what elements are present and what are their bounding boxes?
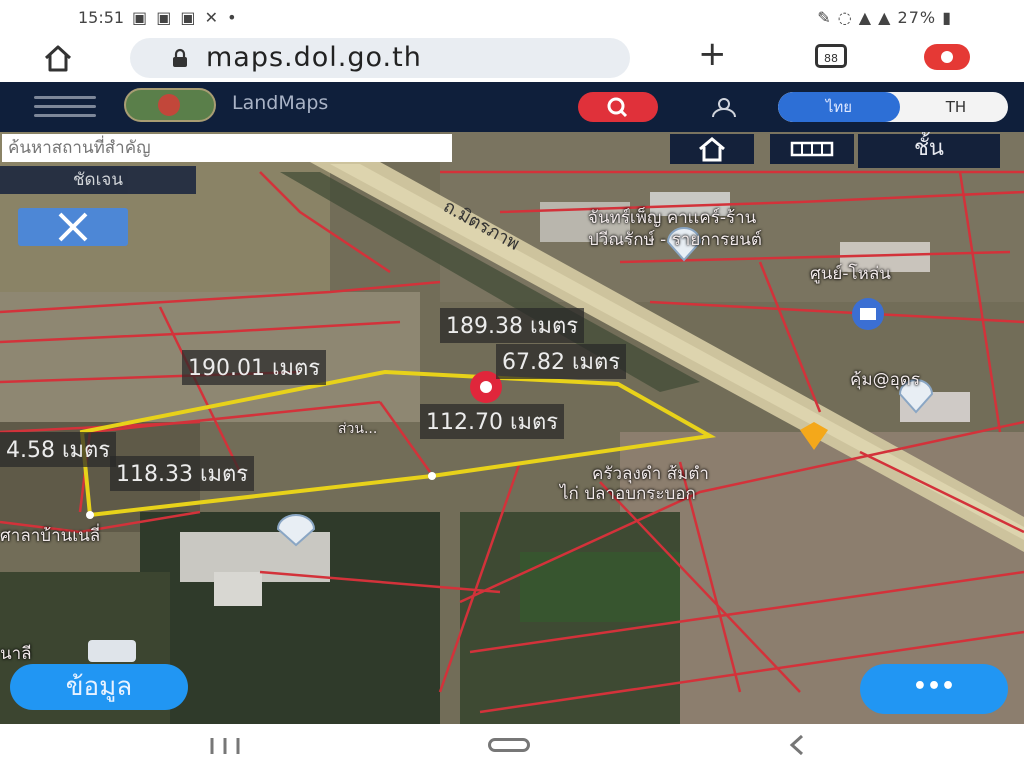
poi-label[interactable]: ศูนย์-โหล่น bbox=[810, 260, 891, 287]
user-icon[interactable] bbox=[704, 96, 744, 118]
language-thai[interactable]: ไทย bbox=[778, 92, 900, 122]
measure-label-5: 4.58 เมตร bbox=[0, 432, 117, 467]
address-bar[interactable]: maps.dol.go.th bbox=[130, 38, 630, 78]
map-view[interactable]: ชัดเจน ชั้น ถ.มิตรภาพ 189.38 เมตร 190.01… bbox=[0, 132, 1024, 724]
close-button[interactable] bbox=[18, 208, 128, 246]
info-button[interactable]: ข้อมูล bbox=[10, 664, 188, 710]
nav-home-icon[interactable] bbox=[488, 738, 530, 752]
measure-label-3: 67.82 เมตร bbox=[496, 344, 627, 379]
logo bbox=[124, 88, 216, 122]
status-time: 15:51 bbox=[78, 8, 125, 27]
lock-icon bbox=[173, 48, 187, 67]
close-icon bbox=[58, 212, 88, 242]
search-button[interactable] bbox=[578, 92, 658, 122]
record-button[interactable] bbox=[924, 44, 970, 70]
poi-label[interactable]: คุ้ม@อุดร bbox=[850, 366, 920, 393]
notification-icons: ▣ ▣ ▣ ✕ • bbox=[132, 8, 239, 27]
poi-label[interactable]: ปวีณรักษ์ - รายการยนต์ bbox=[588, 226, 762, 253]
measure-label-6: 118.33 เมตร bbox=[110, 456, 255, 491]
poi-label[interactable]: ไก่ ปลาอบกระบอก bbox=[560, 480, 696, 507]
measure-label-4: 112.70 เมตร bbox=[420, 404, 565, 439]
search-icon bbox=[607, 97, 628, 118]
tab-switcher-button[interactable]: 88 bbox=[815, 44, 847, 68]
home-icon bbox=[699, 137, 725, 162]
system-nav-bar bbox=[0, 724, 1024, 768]
language-toggle[interactable]: ไทย TH bbox=[778, 92, 1008, 122]
brand-title: LandMaps bbox=[232, 92, 329, 114]
status-bar: 15:51 ▣ ▣ ▣ ✕ • ✎ ◌ ▲ ▲ 27% ▮ bbox=[0, 0, 1024, 34]
measure-label-2: 190.01 เมตร bbox=[182, 350, 327, 385]
browser-toolbar: maps.dol.go.th + 88 bbox=[0, 34, 1024, 82]
poi-label[interactable]: ศาลาบ้านเนลี่ bbox=[0, 522, 100, 549]
more-options-button[interactable]: ••• bbox=[860, 664, 1008, 714]
back-icon[interactable] bbox=[784, 732, 810, 758]
poi-label[interactable]: ส่วน... bbox=[338, 418, 377, 440]
menu-icon[interactable] bbox=[34, 96, 96, 118]
recent-apps-icon[interactable] bbox=[204, 736, 246, 756]
grid-button[interactable] bbox=[770, 134, 854, 164]
search-input[interactable] bbox=[2, 134, 452, 162]
url-text: maps.dol.go.th bbox=[206, 42, 422, 73]
measure-label-1: 189.38 เมตร bbox=[440, 308, 585, 343]
home-icon[interactable] bbox=[40, 40, 76, 76]
layer-button[interactable]: ชั้น bbox=[858, 134, 1000, 168]
language-th[interactable]: TH bbox=[908, 92, 1004, 122]
new-tab-button[interactable]: + bbox=[698, 34, 727, 74]
measure-button[interactable]: ชัดเจน bbox=[0, 166, 196, 194]
grid-icon bbox=[790, 141, 834, 157]
poi-label[interactable]: นาลี bbox=[0, 640, 32, 667]
system-status-icons: ✎ ◌ ▲ ▲ 27% ▮ bbox=[817, 8, 952, 27]
home-view-button[interactable] bbox=[670, 134, 754, 164]
app-header: LandMaps ไทย TH bbox=[0, 82, 1024, 132]
